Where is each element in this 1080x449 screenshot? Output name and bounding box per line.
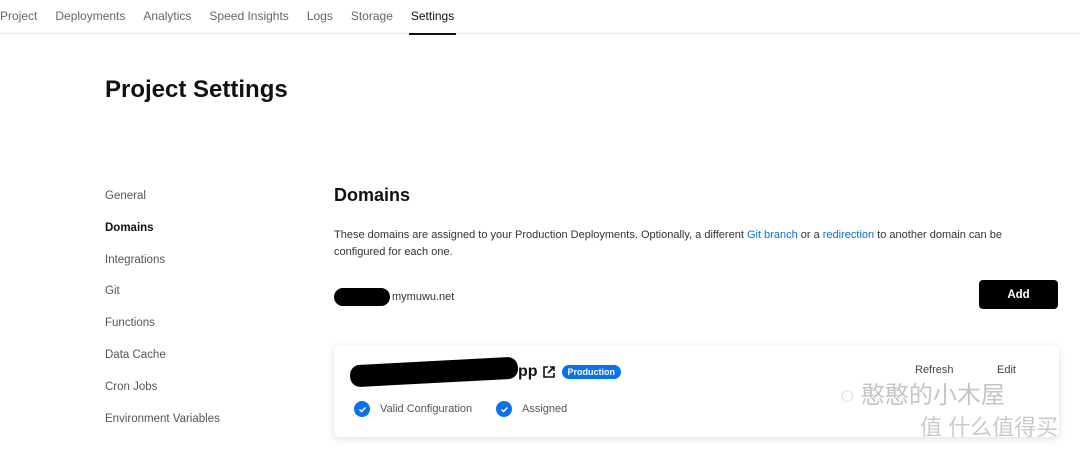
tab-deployments[interactable]: Deployments [55,0,125,34]
sidebar-item-git[interactable]: Git [105,285,220,317]
sidebar-item-cron-jobs[interactable]: Cron Jobs [105,381,220,413]
sidebar-item-environment-variables[interactable]: Environment Variables [105,413,220,445]
status-label: Assigned [522,403,568,415]
external-link-icon[interactable] [542,365,556,379]
sidebar-item-general[interactable]: General [105,190,220,222]
sidebar-item-functions[interactable]: Functions [105,317,220,349]
add-button[interactable]: Add [979,280,1058,309]
git-branch-link[interactable]: Git branch [747,229,798,241]
domain-name[interactable]: pp Production [349,356,622,388]
watermark: ◌ 憨憨的小木屋 [840,382,1005,409]
domain-input-value: mymuwu.net [392,291,455,303]
watermark-text: 憨憨的小木屋 [860,382,1005,409]
watermark-logo: 值 什么值得买 [920,415,1059,440]
redaction [334,288,390,306]
top-tabs: Project Deployments Analytics Speed Insi… [0,0,1080,35]
tab-analytics[interactable]: Analytics [143,0,191,34]
sidebar-item-data-cache[interactable]: Data Cache [105,349,220,381]
sidebar-item-domains[interactable]: Domains [105,222,220,254]
check-circle-icon [354,401,370,417]
production-badge: Production [561,365,622,379]
sidebar-item-integrations[interactable]: Integrations [105,254,220,286]
domain-name-visible: pp [518,363,538,380]
tab-storage[interactable]: Storage [351,0,393,34]
tab-logs[interactable]: Logs [307,0,333,34]
edit-button[interactable]: Edit [997,364,1016,376]
desc-text: These domains are assigned to your Produ… [334,229,747,241]
tab-settings[interactable]: Settings [408,0,457,35]
tab-speed-insights[interactable]: Speed Insights [209,0,288,34]
desc-text: or a [797,229,823,241]
check-circle-icon [496,401,512,417]
settings-sidebar: General Domains Integrations Git Functio… [105,190,220,444]
redaction [349,356,519,388]
refresh-button[interactable]: Refresh [915,364,954,376]
section-description: These domains are assigned to your Produ… [334,227,1034,261]
status-label: Valid Configuration [380,403,473,415]
domain-input[interactable]: mymuwu.net [334,288,454,306]
status-valid-configuration: Valid Configuration [354,401,472,417]
tab-project[interactable]: Project [0,0,37,34]
section-heading: Domains [334,185,411,205]
redirection-link[interactable]: redirection [823,229,874,241]
status-assigned: Assigned [496,401,567,417]
page-title: Project Settings [105,76,288,103]
